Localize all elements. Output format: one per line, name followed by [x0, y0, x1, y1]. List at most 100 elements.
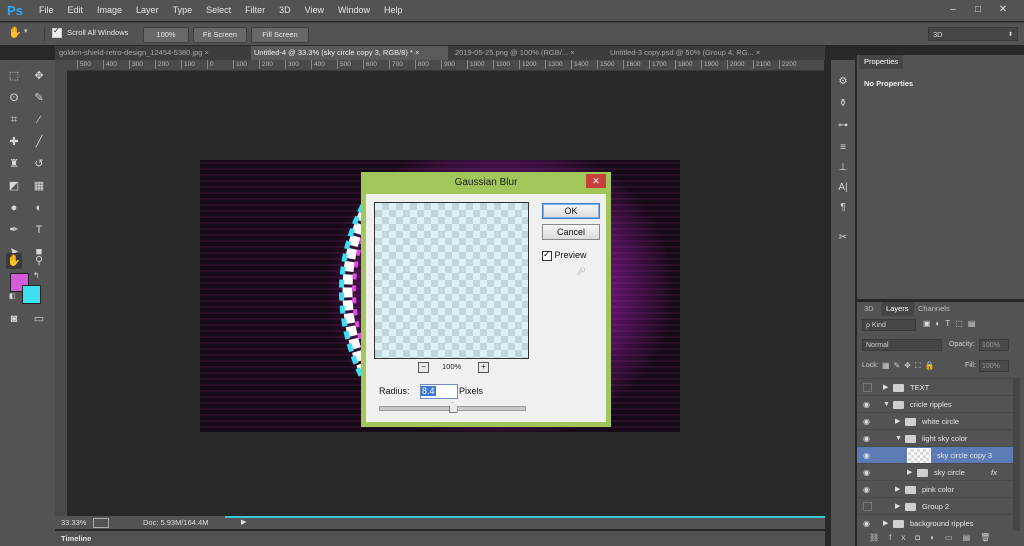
zoom-tool-icon[interactable]: ⚲ — [31, 253, 47, 269]
layer-row[interactable]: ◉ ▶ sky circle fx — [857, 463, 1017, 481]
quick-select-tool-icon[interactable]: ✎ — [31, 90, 47, 106]
radius-slider-handle[interactable] — [448, 402, 458, 413]
fill-screen-button[interactable]: Fill Screen — [251, 27, 309, 43]
quick-mask-icon[interactable]: ◙ — [6, 311, 22, 327]
ok-button[interactable]: OK — [542, 203, 600, 219]
blend-mode-dropdown[interactable]: Normal — [862, 339, 942, 351]
gradient-tool-icon[interactable]: ▦ — [31, 178, 47, 194]
layer-actions[interactable]: ⛓fx◘◐▭▤🗑 — [869, 533, 1000, 542]
expand-toggle-icon[interactable]: ▶ — [883, 515, 888, 531]
eraser-tool-icon[interactable]: ◩ — [6, 178, 22, 194]
eye-icon[interactable]: ◉ — [863, 434, 872, 443]
menu-image[interactable]: Image — [90, 0, 129, 21]
layer-filter-dropdown[interactable]: ρ Kind — [862, 319, 916, 331]
close-icon[interactable]: × — [756, 48, 760, 57]
tab-golden-shield[interactable]: golden-shield-retro-design_12454-5380.jp… — [59, 46, 249, 60]
tab-untitled-3-copy[interactable]: Untitled-3 copy.psd @ 50% (Group 4, RG..… — [610, 46, 822, 60]
eye-icon[interactable]: ◉ — [863, 485, 872, 494]
default-colors-icon[interactable]: ◧ — [9, 292, 16, 300]
character-panel-icon[interactable]: A| — [835, 180, 851, 196]
scroll-all-windows-checkbox[interactable]: ✓ — [52, 26, 62, 39]
expand-toggle-icon[interactable]: ▼ — [883, 396, 890, 413]
type-tool-icon[interactable]: T — [31, 222, 47, 238]
layer-row[interactable]: ▶ Group 2 — [857, 497, 1017, 515]
screen-mode-icon[interactable]: ▭ — [31, 311, 47, 327]
actions-panel-icon[interactable]: ⚱ — [835, 96, 851, 112]
hidden-visibility-box[interactable] — [863, 502, 872, 511]
zoom-out-button[interactable]: − — [418, 362, 429, 373]
cancel-button[interactable]: Cancel — [542, 224, 600, 240]
eye-icon[interactable]: ◉ — [863, 519, 872, 528]
tool-presets-panel-icon[interactable]: ✂ — [835, 230, 851, 246]
opacity-input[interactable]: 100% — [979, 339, 1009, 351]
paragraph-panel-icon[interactable]: ¶ — [835, 200, 851, 216]
tab-layers[interactable]: Layers — [881, 302, 914, 316]
close-icon[interactable]: × — [205, 48, 209, 57]
layer-row[interactable]: ◉ sky circle copy 3 — [857, 446, 1017, 464]
menu-type[interactable]: Type — [166, 0, 200, 21]
move-tool-icon[interactable]: ✥ — [31, 68, 47, 84]
menu-file[interactable]: File — [32, 0, 61, 21]
dialog-close-button[interactable]: ✕ — [586, 174, 606, 188]
lock-icons[interactable]: ▦✎✥⛶🔒 — [882, 361, 939, 371]
menu-filter[interactable]: Filter — [238, 0, 272, 21]
clone-source-panel-icon[interactable]: ≡ — [835, 140, 851, 156]
healing-brush-tool-icon[interactable]: ✚ — [6, 134, 22, 150]
menu-select[interactable]: Select — [199, 0, 238, 21]
preview-window[interactable] — [374, 202, 529, 359]
expand-toggle-icon[interactable]: ▶ — [895, 498, 900, 515]
preview-checkbox[interactable]: ✓ — [542, 249, 552, 261]
zoom-in-button[interactable]: + — [478, 362, 489, 373]
zoom-100-button[interactable]: 100% — [143, 27, 189, 43]
tab-3d[interactable]: 3D — [859, 302, 879, 316]
menu-edit[interactable]: Edit — [61, 0, 91, 21]
tab-2019-05-25[interactable]: 2019-05-25.png @ 100% (RGB/... × — [455, 46, 605, 60]
layer-effects-icon[interactable]: fx — [991, 464, 997, 481]
background-color-swatch[interactable] — [22, 285, 41, 304]
timeline-tab[interactable]: Timeline — [55, 534, 91, 543]
tab-untitled-4[interactable]: Untitled-4 @ 33.3% (sky circle copy 3, R… — [251, 46, 448, 60]
clone-stamp-tool-icon[interactable]: ♜ — [6, 156, 22, 172]
workspace-dropdown[interactable]: 3D ⬍ — [928, 27, 1018, 41]
expand-toggle-icon[interactable]: ▶ — [883, 379, 888, 396]
expand-toggle-icon[interactable]: ▼ — [895, 430, 902, 447]
tab-channels[interactable]: Channels — [913, 302, 955, 316]
layer-filter-icons[interactable]: ▣◐T⬚▤ — [923, 319, 980, 328]
layer-row[interactable]: ◉ ▶ pink color — [857, 480, 1017, 498]
adjustments-panel-icon[interactable]: ⊶ — [835, 118, 851, 134]
menu-view[interactable]: View — [298, 0, 331, 21]
eye-icon[interactable]: ◉ — [863, 468, 872, 477]
expand-toggle-icon[interactable]: ▶ — [895, 413, 900, 430]
brush-tool-icon[interactable]: ╱ — [31, 134, 47, 150]
history-panel-icon[interactable]: ⚙ — [835, 74, 851, 90]
eye-icon[interactable]: ◉ — [863, 400, 872, 409]
maximize-button[interactable]: □ — [967, 0, 989, 20]
fit-screen-button[interactable]: Fit Screen — [193, 27, 247, 43]
eye-icon[interactable]: ◉ — [863, 451, 872, 460]
pen-tool-icon[interactable]: ✒ — [6, 222, 22, 238]
preview-option[interactable]: ✓ Preview — [542, 249, 587, 261]
brush-presets-panel-icon[interactable]: ⊥ — [835, 160, 851, 176]
layer-row[interactable]: ◉ ▼ light sky color — [857, 429, 1017, 447]
layer-row[interactable]: ▶ TEXT — [857, 378, 1017, 396]
minimize-button[interactable]: – — [942, 0, 964, 20]
expand-toggle-icon[interactable]: ▶ — [895, 481, 900, 498]
close-icon[interactable]: × — [570, 48, 574, 57]
eye-icon[interactable]: ◉ — [863, 417, 872, 426]
fill-input[interactable]: 100% — [979, 360, 1009, 372]
menu-layer[interactable]: Layer — [129, 0, 166, 21]
layer-row[interactable]: ◉ ▼ cricle ripples — [857, 395, 1017, 413]
tool-preset-dropdown-icon[interactable]: ▾ — [24, 27, 28, 35]
lasso-tool-icon[interactable]: ʘ — [6, 90, 22, 106]
layers-scrollbar[interactable] — [1013, 378, 1020, 531]
tab-properties[interactable]: Properties — [859, 55, 904, 69]
marquee-tool-icon[interactable]: ⬚ — [6, 68, 22, 84]
swap-colors-icon[interactable]: ↰ — [33, 271, 40, 280]
hand-tool-active-icon[interactable]: ✋ — [6, 253, 22, 269]
expand-toggle-icon[interactable]: ▶ — [907, 464, 912, 481]
dodge-tool-icon[interactable]: ◐ — [31, 200, 47, 216]
layer-row[interactable]: ◉ ▶ white circle — [857, 412, 1017, 430]
close-icon[interactable]: × — [415, 48, 419, 57]
hidden-visibility-box[interactable] — [863, 383, 872, 392]
zoom-level[interactable]: 33.33% — [61, 516, 86, 529]
